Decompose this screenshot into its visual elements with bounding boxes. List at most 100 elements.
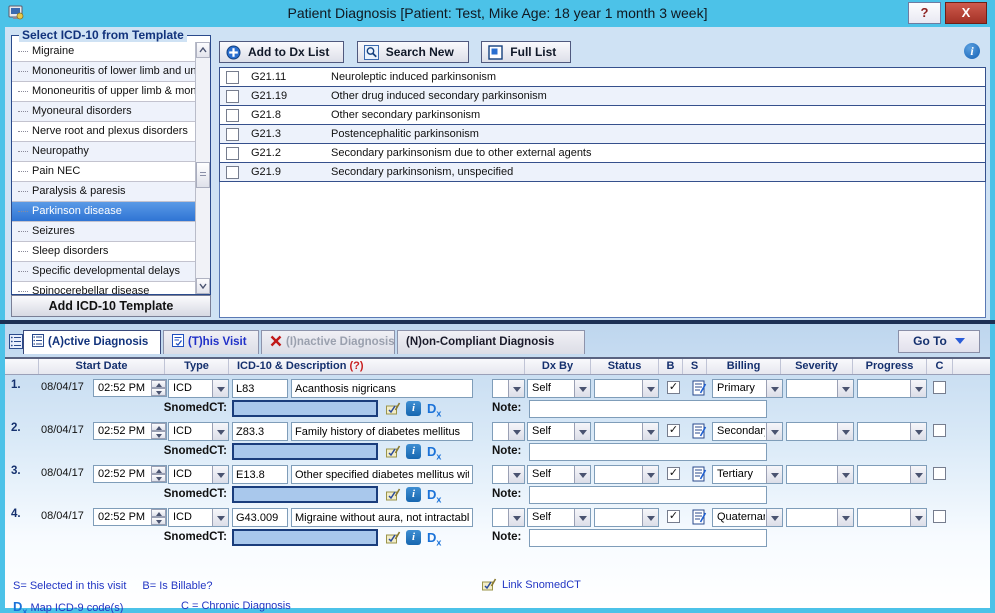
spin-down-icon[interactable] <box>151 474 166 482</box>
dropdown-arrow-icon[interactable] <box>766 380 782 397</box>
description-dropdown[interactable] <box>492 465 525 484</box>
type-dropdown[interactable]: ICD <box>168 379 229 398</box>
spin-up-icon[interactable] <box>151 509 166 517</box>
tab-this-visit[interactable]: (T)his Visit <box>163 330 259 354</box>
link-snomed-icon[interactable] <box>386 445 401 463</box>
dropdown-arrow-icon[interactable] <box>574 509 590 526</box>
add-icd10-template-button[interactable]: Add ICD-10 Template <box>11 295 211 317</box>
dx-by-dropdown[interactable]: Self <box>527 379 591 398</box>
dropdown-arrow-icon[interactable] <box>574 380 590 397</box>
spin-down-icon[interactable] <box>151 517 166 525</box>
dx-by-dropdown[interactable]: Self <box>527 422 591 441</box>
template-item[interactable]: Mononeuritis of upper limb & monc <box>12 82 195 102</box>
billing-dropdown[interactable]: Secondary <box>712 422 783 441</box>
scroll-up-icon[interactable] <box>196 42 210 58</box>
dropdown-arrow-icon[interactable] <box>910 509 926 526</box>
icd-code-input[interactable] <box>232 422 288 441</box>
full-list-button[interactable]: Full List <box>481 41 571 63</box>
severity-dropdown[interactable] <box>786 422 854 441</box>
dropdown-arrow-icon[interactable] <box>910 466 926 483</box>
help-button[interactable]: ? <box>908 2 941 24</box>
description-dropdown[interactable] <box>492 379 525 398</box>
icd-description-input[interactable] <box>291 379 473 398</box>
template-item[interactable]: Myoneural disorders <box>12 102 195 122</box>
icd-description-input[interactable] <box>291 465 473 484</box>
time-spinner[interactable] <box>151 509 166 525</box>
snomed-info-icon[interactable]: i <box>406 444 421 459</box>
dx-map-icon[interactable]: Dx <box>427 530 441 548</box>
dropdown-arrow-icon[interactable] <box>837 423 853 440</box>
tab-non-compliant-diagnosis[interactable]: (N)on-Compliant Diagnosis <box>397 330 585 354</box>
dropdown-arrow-icon[interactable] <box>837 380 853 397</box>
dropdown-arrow-icon[interactable] <box>837 466 853 483</box>
time-spinner[interactable] <box>151 466 166 482</box>
status-dropdown[interactable] <box>594 508 659 527</box>
status-dropdown[interactable] <box>594 422 659 441</box>
goto-button[interactable]: Go To <box>898 330 980 353</box>
dropdown-arrow-icon[interactable] <box>508 380 524 397</box>
icd-result-row[interactable]: G21.19Other drug induced secondary parki… <box>219 86 986 106</box>
template-scrollbar[interactable] <box>195 42 210 294</box>
billing-dropdown[interactable]: Primary <box>712 379 783 398</box>
snomed-info-icon[interactable]: i <box>406 401 421 416</box>
spin-down-icon[interactable] <box>151 431 166 439</box>
icd-description-input[interactable] <box>291 422 473 441</box>
snomed-info-icon[interactable]: i <box>406 487 421 502</box>
link-snomed-icon[interactable] <box>386 531 401 549</box>
snomed-input[interactable] <box>232 486 378 503</box>
dropdown-arrow-icon[interactable] <box>766 466 782 483</box>
scrollbar-thumb[interactable] <box>196 162 210 188</box>
result-checkbox[interactable] <box>226 147 239 160</box>
severity-dropdown[interactable] <box>786 508 854 527</box>
status-dropdown[interactable] <box>594 379 659 398</box>
link-snomed-icon[interactable] <box>386 488 401 506</box>
dropdown-arrow-icon[interactable] <box>642 380 658 397</box>
spin-up-icon[interactable] <box>151 466 166 474</box>
dropdown-arrow-icon[interactable] <box>642 423 658 440</box>
template-item[interactable]: Seizures <box>12 222 195 242</box>
spin-down-icon[interactable] <box>151 388 166 396</box>
description-dropdown[interactable] <box>492 422 525 441</box>
dropdown-arrow-icon[interactable] <box>508 509 524 526</box>
dx-map-icon[interactable]: Dx <box>427 444 441 462</box>
template-item[interactable]: Spinocerebellar disease <box>12 282 195 294</box>
selected-visit-icon[interactable] <box>692 423 707 444</box>
dropdown-arrow-icon[interactable] <box>574 466 590 483</box>
selected-visit-icon[interactable] <box>692 380 707 401</box>
note-input[interactable] <box>529 529 767 547</box>
billing-dropdown[interactable]: Tertiary <box>712 465 783 484</box>
dropdown-arrow-icon[interactable] <box>910 380 926 397</box>
scroll-down-icon[interactable] <box>196 278 210 294</box>
chronic-checkbox[interactable] <box>933 381 946 394</box>
time-field[interactable]: 02:52 PM <box>93 422 167 440</box>
dropdown-arrow-icon[interactable] <box>508 466 524 483</box>
icd-result-row[interactable]: G21.9Secondary parkinsonism, unspecified <box>219 162 986 182</box>
header-help-link[interactable]: (?) <box>349 360 363 372</box>
dropdown-arrow-icon[interactable] <box>212 466 228 483</box>
severity-dropdown[interactable] <box>786 379 854 398</box>
template-item[interactable]: Sleep disorders <box>12 242 195 262</box>
result-checkbox[interactable] <box>226 128 239 141</box>
link-snomed-icon[interactable] <box>386 402 401 420</box>
description-dropdown[interactable] <box>492 508 525 527</box>
type-dropdown[interactable]: ICD <box>168 508 229 527</box>
info-icon[interactable]: i <box>964 43 980 59</box>
spin-up-icon[interactable] <box>151 423 166 431</box>
icd-result-row[interactable]: G21.11Neuroleptic induced parkinsonism <box>219 67 986 87</box>
dropdown-arrow-icon[interactable] <box>508 423 524 440</box>
snomed-input[interactable] <box>232 443 378 460</box>
chronic-checkbox[interactable] <box>933 510 946 523</box>
billable-checkbox[interactable]: ✓ <box>667 424 680 437</box>
dropdown-arrow-icon[interactable] <box>642 509 658 526</box>
template-item[interactable]: Nerve root and plexus disorders <box>12 122 195 142</box>
template-item-selected[interactable]: Parkinson disease <box>12 202 195 222</box>
add-to-dx-list-button[interactable]: Add to Dx List <box>219 41 344 63</box>
billing-dropdown[interactable]: Quaternary <box>712 508 783 527</box>
result-checkbox[interactable] <box>226 166 239 179</box>
snomed-info-icon[interactable]: i <box>406 530 421 545</box>
note-input[interactable] <box>529 443 767 461</box>
template-item[interactable]: Paralysis & paresis <box>12 182 195 202</box>
progress-dropdown[interactable] <box>857 465 927 484</box>
icd-description-input[interactable] <box>291 508 473 527</box>
dx-by-dropdown[interactable]: Self <box>527 508 591 527</box>
